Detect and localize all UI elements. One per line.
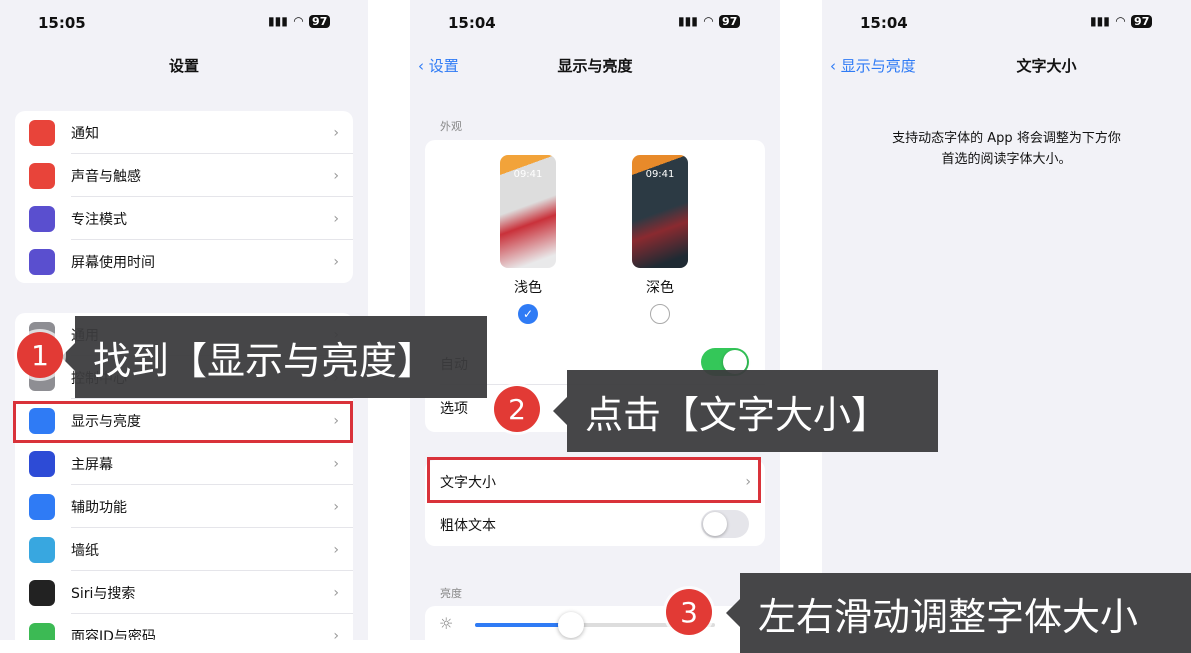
moon-icon <box>29 205 55 232</box>
battery-icon: 97 <box>1131 14 1153 28</box>
dark-radio[interactable] <box>650 304 670 324</box>
dark-mode-preview[interactable]: 09:41 <box>632 155 688 268</box>
step-badge-3: 3 <box>666 589 712 635</box>
faceid-icon <box>29 622 55 640</box>
settings-row[interactable]: 面容ID与密码 › <box>15 614 353 640</box>
chevron-right-icon: › <box>333 584 339 601</box>
status-icons: ▮▮▮ ◠ 97 <box>1090 14 1153 28</box>
description: 支持动态字体的 App 将会调整为下方你 首选的阅读字体大小。 <box>892 131 1121 167</box>
chevron-right-icon: › <box>333 253 339 270</box>
accessibility-icon <box>29 493 55 520</box>
grid-icon <box>29 450 55 477</box>
step-badge-1: 1 <box>17 332 63 378</box>
signal-icon: ▮▮▮ <box>1090 14 1110 28</box>
settings-row-label: 屏幕使用时间 <box>71 254 155 271</box>
speaker-icon <box>29 162 55 189</box>
brightness-label: 亮度 <box>440 587 462 600</box>
settings-row-label: 面容ID与密码 <box>71 628 156 641</box>
settings-row-label: 专注模式 <box>71 211 127 228</box>
brightness-card: ☼ <box>425 606 765 640</box>
callout-2: 点击【文字大小】 <box>553 370 938 452</box>
settings-row-label: 通知 <box>71 125 99 142</box>
hourglass-icon <box>29 248 55 275</box>
chevron-right-icon: › <box>333 455 339 472</box>
appearance-label: 外观 <box>440 120 462 133</box>
settings-row[interactable]: 通知 › <box>15 111 353 154</box>
settings-row-label: 主屏幕 <box>71 456 113 473</box>
settings-row[interactable]: Siri与搜索 › <box>15 571 353 614</box>
settings-row-label: 辅助功能 <box>71 499 127 516</box>
settings-group-1: 通知 › 声音与触感 › 专注模式 › 屏幕使用时间 › <box>15 111 353 283</box>
options-row[interactable]: 选项 <box>440 398 468 418</box>
page-title: 设置 <box>168 57 199 75</box>
settings-row-label: Siri与搜索 <box>71 585 136 602</box>
chevron-right-icon: › <box>333 627 339 641</box>
settings-row[interactable]: 屏幕使用时间 › <box>15 240 353 283</box>
page-title: 文字大小 <box>1016 57 1077 75</box>
highlight-text-size <box>427 457 761 503</box>
callout-3: 左右滑动调整字体大小 <box>726 573 1191 653</box>
chevron-right-icon: › <box>333 210 339 227</box>
wifi-icon: ◠ <box>293 14 304 28</box>
chevron-right-icon: › <box>333 124 339 141</box>
bold-text-toggle[interactable] <box>701 510 749 538</box>
bold-text-label: 粗体文本 <box>440 517 496 534</box>
siri-icon <box>29 579 55 606</box>
signal-icon: ▮▮▮ <box>678 14 698 28</box>
flower-icon <box>29 536 55 563</box>
battery-icon: 97 <box>309 14 331 28</box>
status-icons: ▮▮▮ ◠ 97 <box>268 14 331 28</box>
settings-row[interactable]: 声音与触感 › <box>15 154 353 197</box>
slider-thumb[interactable] <box>558 612 584 638</box>
light-mode-preview[interactable]: 09:41 <box>500 155 556 268</box>
chevron-right-icon: › <box>333 167 339 184</box>
callout-1: 找到【显示与亮度】 <box>61 316 487 398</box>
dark-label: 深色 <box>646 280 674 296</box>
settings-row[interactable]: 辅助功能 › <box>15 485 353 528</box>
settings-row[interactable]: 主屏幕 › <box>15 442 353 485</box>
sun-small-icon: ☼ <box>439 614 454 633</box>
signal-icon: ▮▮▮ <box>268 14 288 28</box>
bell-icon <box>29 119 55 146</box>
text-size-panel: 15:04 ▮▮▮ ◠ 97 ‹ 显示与亮度 文字大小 支持动态字体的 App 将会… <box>822 0 1191 640</box>
settings-row-label: 声音与触感 <box>71 168 141 185</box>
battery-icon: 97 <box>719 14 741 28</box>
chevron-right-icon: › <box>333 498 339 515</box>
light-label: 浅色 <box>514 280 542 296</box>
settings-row-label: 墙纸 <box>71 542 99 559</box>
status-time: 15:04 <box>860 14 908 32</box>
chevron-right-icon: › <box>333 541 339 558</box>
wifi-icon: ◠ <box>1115 14 1126 28</box>
status-time: 15:04 <box>448 14 496 32</box>
wifi-icon: ◠ <box>703 14 714 28</box>
status-time: 15:05 <box>38 14 86 32</box>
light-radio-checked[interactable]: ✓ <box>518 304 538 324</box>
step-badge-2: 2 <box>494 386 540 432</box>
status-icons: ▮▮▮ ◠ 97 <box>678 14 741 28</box>
highlight-display-brightness <box>13 401 353 443</box>
settings-row[interactable]: 专注模式 › <box>15 197 353 240</box>
page-title: 显示与亮度 <box>557 57 633 75</box>
settings-row[interactable]: 墙纸 › <box>15 528 353 571</box>
